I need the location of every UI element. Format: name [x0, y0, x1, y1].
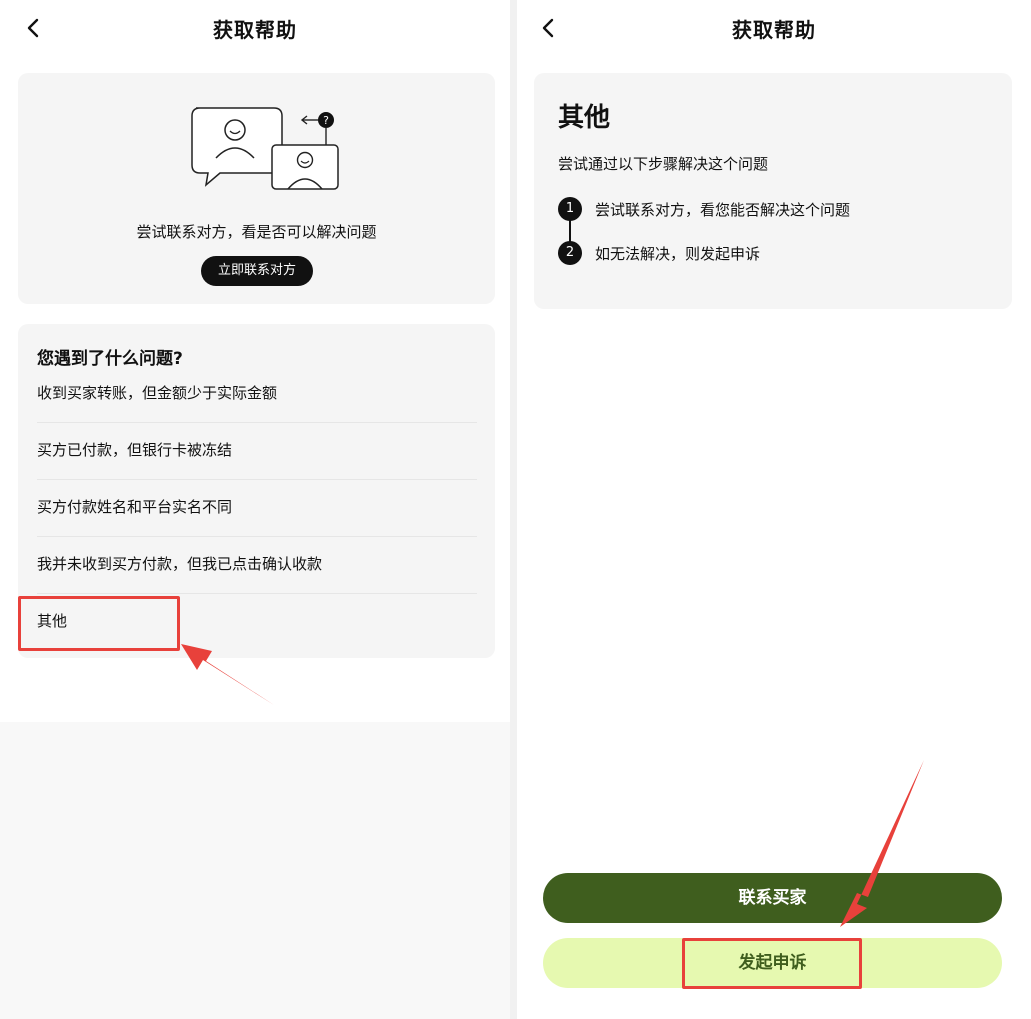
arrow-icon [840, 760, 924, 927]
annotation-arrows [181, 644, 924, 927]
arrow-icon [181, 644, 274, 705]
